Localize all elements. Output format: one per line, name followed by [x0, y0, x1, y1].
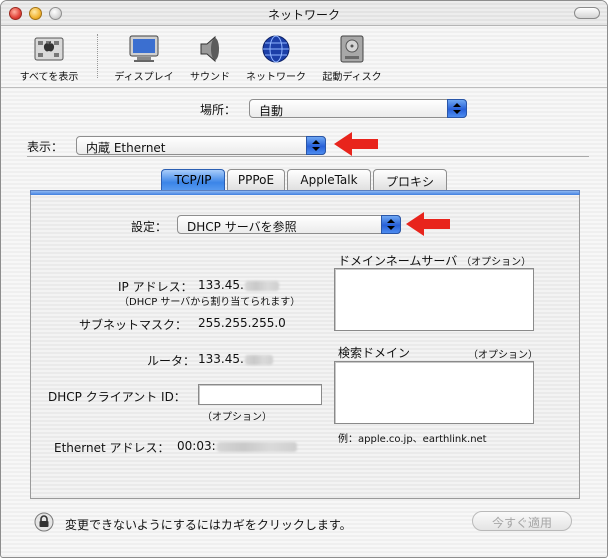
- globe-icon: [262, 35, 290, 63]
- toolbar-display[interactable]: ディスプレイ: [109, 33, 179, 83]
- toolbar-network[interactable]: ネットワーク: [241, 33, 311, 83]
- ethernet-address-value: 00:03:: [177, 439, 297, 453]
- location-popup[interactable]: 自動: [249, 99, 467, 118]
- toolbar-toggle-button[interactable]: [574, 7, 600, 19]
- ip-address-note: （DHCP サーバから割り当てられます）: [119, 297, 301, 308]
- tab-tcpip[interactable]: TCP/IP: [161, 169, 225, 191]
- toolbar-sound[interactable]: サウンド: [185, 33, 235, 83]
- tab-pppoe[interactable]: PPPoE: [227, 169, 285, 191]
- tab-proxy[interactable]: プロキシ: [373, 169, 447, 191]
- dhcp-client-id-label: DHCP クライアント ID：: [48, 390, 186, 404]
- network-preferences-window: ネットワーク すべてを表示 ディスプレイ サウンド ネットワーク 起動ディスク …: [0, 0, 608, 558]
- config-value: DHCP サーバを参照: [187, 220, 297, 234]
- toolbar-item-label: サウンド: [190, 72, 230, 83]
- config-label: 設定：: [131, 220, 168, 234]
- title-bar: ネットワーク: [1, 1, 607, 26]
- router-value: 133.45.: [198, 352, 273, 366]
- toolbar-show-all[interactable]: すべてを表示: [15, 33, 83, 83]
- dhcp-client-id-note: （オプション）: [202, 412, 272, 423]
- popup-arrows-icon: [381, 215, 401, 234]
- subnet-mask-value: 255.255.255.0: [198, 316, 286, 330]
- red-arrow-annotation: [334, 132, 378, 156]
- toolbar-startup-disk[interactable]: 起動ディスク: [317, 33, 387, 83]
- toolbar-item-label: 起動ディスク: [322, 72, 382, 83]
- show-label: 表示：: [27, 140, 64, 154]
- window-title: ネットワーク: [267, 8, 340, 22]
- disk-icon: [340, 35, 364, 63]
- tab-appletalk[interactable]: AppleTalk: [287, 169, 371, 191]
- search-domains-optional: （オプション）: [468, 350, 538, 361]
- dns-label: ドメインネームサーバ （オプション）: [338, 254, 532, 268]
- ip-address-value: 133.45.: [198, 278, 279, 292]
- popup-arrows-icon: [306, 136, 326, 155]
- router-label: ルータ：: [147, 354, 196, 368]
- toolbar: すべてを表示 ディスプレイ サウンド ネットワーク 起動ディスク: [1, 26, 607, 88]
- lock-icon[interactable]: [34, 512, 54, 532]
- show-popup[interactable]: 内蔵 Ethernet: [76, 136, 326, 155]
- display-icon: [129, 35, 159, 62]
- location-value: 自動: [259, 104, 284, 118]
- subnet-mask-label: サブネットマスク：: [79, 318, 188, 332]
- apply-now-button[interactable]: 今すぐ適用: [472, 511, 572, 531]
- divider: [27, 156, 589, 157]
- toolbar-separator: [97, 34, 98, 78]
- dhcp-client-id-field[interactable]: [198, 384, 322, 405]
- speaker-icon: [200, 35, 219, 63]
- toolbar-item-label: ディスプレイ: [114, 72, 174, 83]
- search-domains-textarea[interactable]: [334, 361, 534, 424]
- toolbar-item-label: すべてを表示: [19, 72, 79, 83]
- config-popup[interactable]: DHCP サーバを参照: [177, 215, 401, 234]
- toolbar-item-label: ネットワーク: [246, 72, 306, 83]
- search-domains-example: 例：apple.co.jp、earthlink.net: [338, 434, 487, 445]
- lock-message: 変更できないようにするにはカギをクリックします。: [65, 518, 352, 532]
- red-arrow-annotation: [406, 212, 450, 236]
- popup-arrows-icon: [447, 99, 467, 118]
- show-value: 内蔵 Ethernet: [86, 141, 166, 155]
- show-all-icon: [34, 37, 64, 61]
- ethernet-address-label: Ethernet アドレス：: [54, 441, 170, 455]
- dns-servers-textarea[interactable]: [334, 268, 534, 331]
- location-label: 場所：: [200, 103, 237, 117]
- search-domains-label: 検索ドメイン: [338, 346, 411, 360]
